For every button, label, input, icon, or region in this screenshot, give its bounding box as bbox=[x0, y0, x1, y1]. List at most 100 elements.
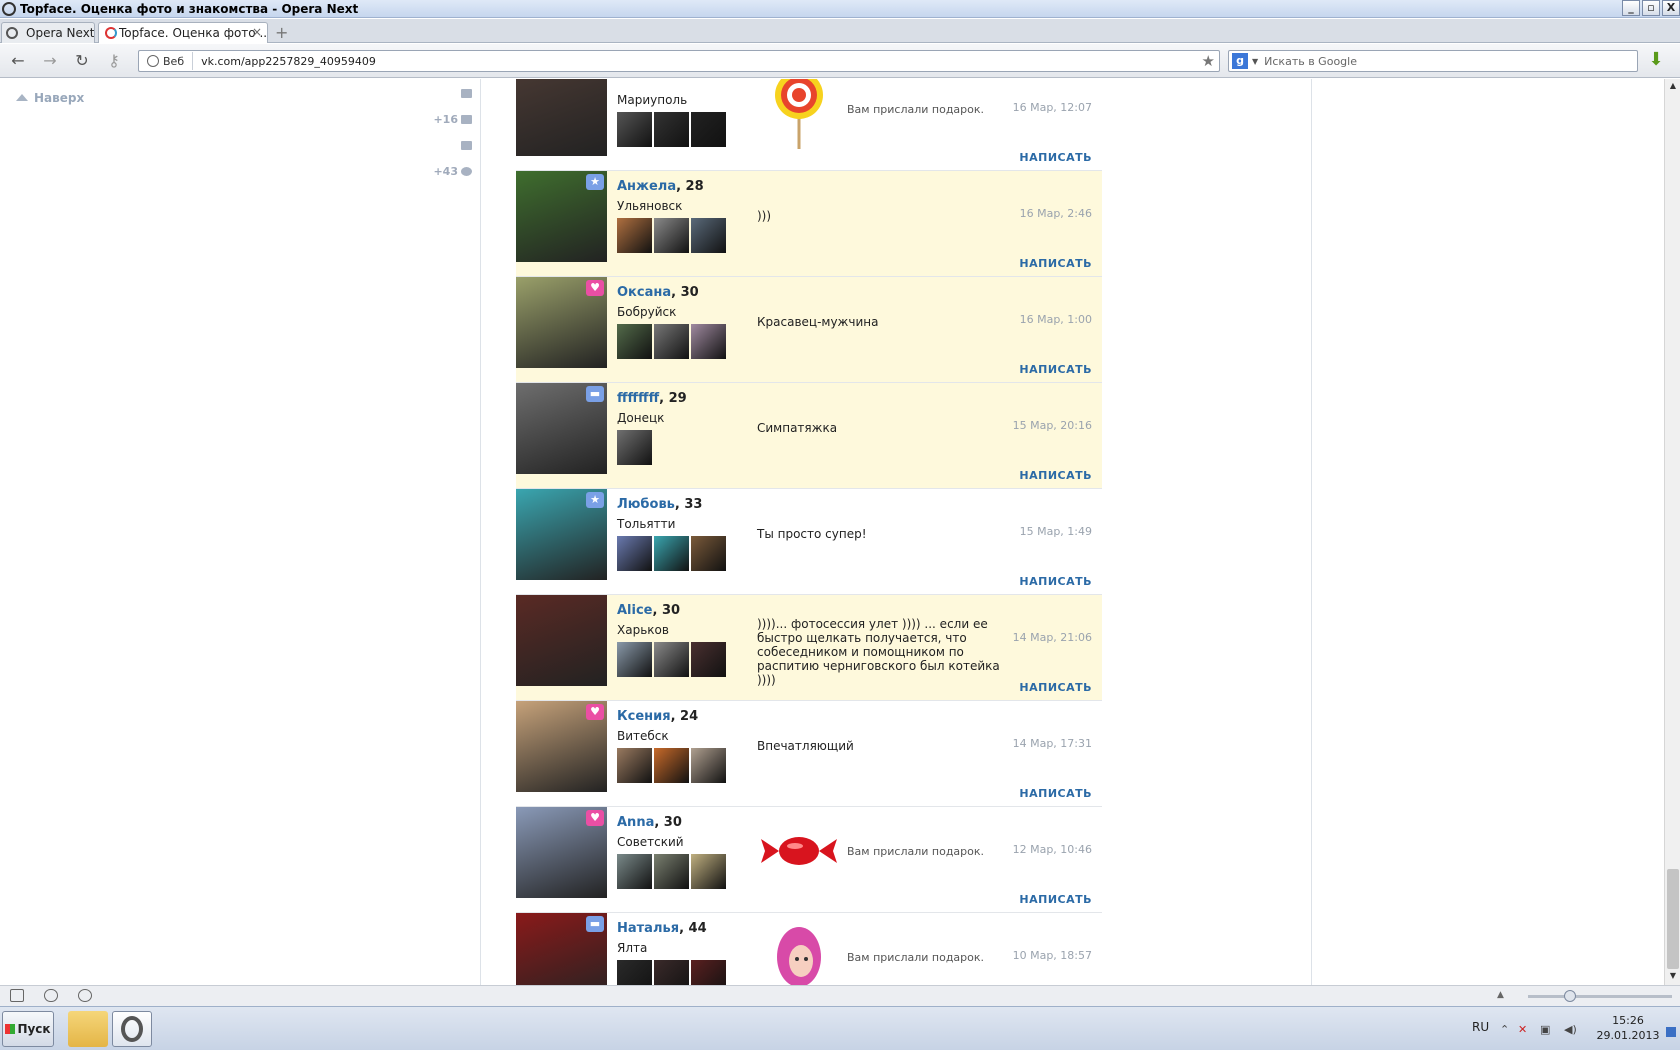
url-text[interactable]: vk.com/app2257829_40959409 bbox=[201, 55, 376, 68]
user-name[interactable]: Оксана, 30 bbox=[617, 285, 699, 300]
explorer-taskbar-button[interactable] bbox=[68, 1011, 108, 1047]
photo-thumbnail[interactable] bbox=[691, 324, 726, 359]
photo-thumbnail[interactable] bbox=[654, 960, 689, 985]
start-button[interactable]: Пуск bbox=[2, 1011, 54, 1047]
fans-stat[interactable]: +16 bbox=[433, 113, 472, 126]
photo-thumbnail[interactable] bbox=[691, 112, 726, 147]
tab-close-icon[interactable]: × bbox=[252, 25, 262, 39]
photo-thumbnail[interactable] bbox=[691, 960, 726, 985]
photo-thumbnail[interactable] bbox=[654, 536, 689, 571]
write-button[interactable]: НАПИСАТЬ bbox=[1019, 575, 1092, 588]
user-name[interactable]: ffffffff, 29 bbox=[617, 391, 687, 406]
photo-thumbnail[interactable] bbox=[617, 960, 652, 985]
google-icon[interactable]: g bbox=[1232, 53, 1248, 69]
opera-taskbar-button[interactable] bbox=[112, 1011, 152, 1047]
tab-opera-next[interactable]: Opera Next bbox=[1, 22, 95, 43]
star-badge-icon: ★ bbox=[586, 492, 604, 508]
search-field[interactable]: g ▼ Искать в Google bbox=[1228, 50, 1638, 72]
chevron-down-icon[interactable]: ▼ bbox=[1252, 57, 1258, 66]
tab-topface[interactable]: Topface. Оценка фото ... × bbox=[98, 22, 268, 43]
volume-icon[interactable]: ◀) bbox=[1564, 1023, 1578, 1037]
write-button[interactable]: НАПИСАТЬ bbox=[1019, 469, 1092, 482]
gift-candy-icon[interactable] bbox=[759, 811, 839, 891]
tray-expand-icon[interactable]: ⌃ bbox=[1500, 1023, 1514, 1037]
user-name[interactable]: Анжела, 28 bbox=[617, 179, 704, 194]
photo-thumbnail[interactable] bbox=[617, 324, 652, 359]
language-indicator[interactable]: RU bbox=[1472, 1020, 1489, 1034]
scroll-up-icon[interactable]: ▲ bbox=[1667, 81, 1679, 93]
write-button[interactable]: НАПИСАТЬ bbox=[1019, 681, 1092, 694]
scroll-top-label: Наверх bbox=[34, 91, 85, 105]
gift-girl-icon[interactable] bbox=[759, 917, 839, 985]
avatar[interactable]: ♥ bbox=[516, 701, 607, 792]
vertical-scrollbar[interactable]: ▲ ▼ bbox=[1664, 79, 1680, 985]
scroll-down-icon[interactable]: ▼ bbox=[1667, 971, 1679, 983]
scrollbar-thumb[interactable] bbox=[1667, 869, 1679, 969]
site-info-button[interactable]: Веб bbox=[141, 52, 194, 70]
user-name[interactable]: Ксения, 24 bbox=[617, 709, 698, 724]
gift-lollipop-icon[interactable] bbox=[759, 79, 839, 149]
avatar[interactable]: ★ bbox=[516, 171, 607, 262]
avatar[interactable]: ♥ bbox=[516, 277, 607, 368]
avatar[interactable] bbox=[516, 595, 607, 686]
zoom-slider-knob[interactable] bbox=[1564, 990, 1576, 1002]
user-name[interactable]: Любовь, 33 bbox=[617, 497, 702, 512]
avatar[interactable]: ▬ bbox=[516, 913, 607, 985]
photo-thumbnail[interactable] bbox=[691, 642, 726, 677]
photo-thumbnail[interactable] bbox=[654, 748, 689, 783]
scroll-top-link[interactable]: Наверх bbox=[16, 91, 84, 105]
photo-thumbnail[interactable] bbox=[654, 642, 689, 677]
photo-thumbnail[interactable] bbox=[654, 324, 689, 359]
messages-stat[interactable] bbox=[458, 87, 472, 100]
photo-thumbnail[interactable] bbox=[691, 854, 726, 889]
user-name[interactable]: Наталья, 44 bbox=[617, 921, 707, 936]
photo-thumbnail[interactable] bbox=[617, 536, 652, 571]
photo-thumbnail[interactable] bbox=[617, 218, 652, 253]
user-name[interactable]: Alice, 30 bbox=[617, 603, 680, 618]
write-button[interactable]: НАПИСАТЬ bbox=[1019, 257, 1092, 270]
photo-thumbnail[interactable] bbox=[654, 854, 689, 889]
system-clock[interactable]: 15:26 29.01.2013 bbox=[1592, 1013, 1664, 1043]
avatar[interactable]: ▬ bbox=[516, 383, 607, 474]
address-bar[interactable]: Веб vk.com/app2257829_40959409 ★ bbox=[138, 50, 1220, 72]
photo-thumbnails bbox=[617, 218, 728, 253]
key-icon[interactable]: ⚷ bbox=[104, 51, 124, 71]
forward-button[interactable]: → bbox=[40, 51, 60, 71]
write-button[interactable]: НАПИСАТЬ bbox=[1019, 893, 1092, 906]
show-desktop-button[interactable] bbox=[1666, 1027, 1676, 1037]
bookmark-star-icon[interactable]: ★ bbox=[1202, 52, 1215, 70]
reload-button[interactable]: ↻ bbox=[72, 51, 92, 71]
speed-dial-icon[interactable] bbox=[78, 989, 92, 1002]
avatar[interactable]: ★ bbox=[516, 489, 607, 580]
photo-thumbnail[interactable] bbox=[654, 112, 689, 147]
minimize-button[interactable]: _ bbox=[1622, 0, 1640, 16]
photo-thumbnail[interactable] bbox=[617, 642, 652, 677]
display-icon[interactable]: ▣ bbox=[1540, 1023, 1554, 1037]
network-error-icon[interactable]: ✕ bbox=[1518, 1023, 1532, 1037]
back-button[interactable]: ← bbox=[8, 51, 28, 71]
zoom-arrow-icon[interactable]: ▲ bbox=[1497, 990, 1504, 1000]
photo-thumbnail[interactable] bbox=[654, 218, 689, 253]
panel-toggle-icon[interactable] bbox=[10, 989, 24, 1002]
maximize-button[interactable]: ▫ bbox=[1642, 0, 1660, 16]
photo-thumbnail[interactable] bbox=[617, 430, 652, 465]
cloud-icon[interactable] bbox=[44, 989, 58, 1002]
avatar[interactable] bbox=[516, 79, 607, 156]
close-button[interactable]: X bbox=[1662, 0, 1680, 16]
photo-thumbnail[interactable] bbox=[617, 112, 652, 147]
photo-thumbnail[interactable] bbox=[617, 748, 652, 783]
write-button[interactable]: НАПИСАТЬ bbox=[1019, 363, 1092, 376]
zoom-slider[interactable] bbox=[1528, 990, 1672, 1002]
comments-stat[interactable] bbox=[458, 139, 472, 152]
photo-thumbnail[interactable] bbox=[691, 536, 726, 571]
avatar[interactable]: ♥ bbox=[516, 807, 607, 898]
photo-thumbnail[interactable] bbox=[691, 218, 726, 253]
settings-stat[interactable]: +43 bbox=[433, 165, 472, 178]
new-tab-button[interactable]: + bbox=[275, 23, 288, 42]
write-button[interactable]: НАПИСАТЬ bbox=[1019, 787, 1092, 800]
download-icon[interactable]: ⬇ bbox=[1646, 50, 1666, 70]
user-name[interactable]: Anna, 30 bbox=[617, 815, 682, 830]
photo-thumbnail[interactable] bbox=[691, 748, 726, 783]
write-button[interactable]: НАПИСАТЬ bbox=[1019, 151, 1092, 164]
photo-thumbnail[interactable] bbox=[617, 854, 652, 889]
